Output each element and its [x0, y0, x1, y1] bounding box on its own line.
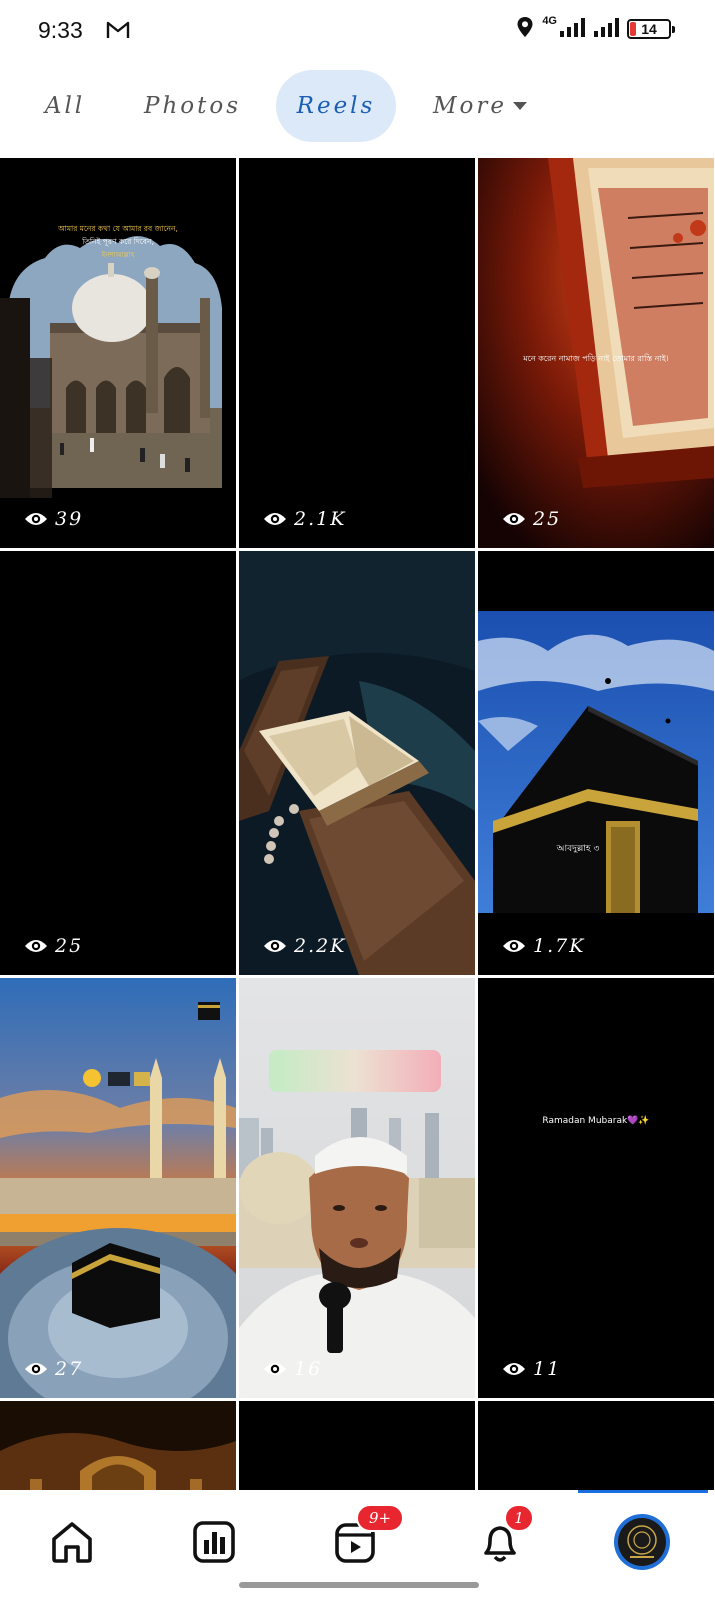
- quran-stand-thumbnail-image: [239, 551, 475, 975]
- eye-icon: [503, 1363, 525, 1375]
- overlay-caption: আবদুল্লাহ ৩: [556, 844, 600, 854]
- view-count: 27: [24, 1358, 83, 1380]
- view-count: 25: [24, 935, 83, 957]
- view-count: 39: [24, 508, 83, 530]
- reel-thumbnail[interactable]: 16: [239, 978, 475, 1398]
- nav-profile[interactable]: [612, 1512, 672, 1572]
- tab-photos[interactable]: Photos: [130, 70, 255, 142]
- signal-icon-1: [559, 17, 585, 41]
- view-count: 2.2K: [263, 935, 346, 957]
- signal-icon-2: [593, 17, 619, 41]
- nav-reels[interactable]: 9+: [326, 1504, 404, 1572]
- battery-percent: 14: [641, 21, 657, 37]
- view-count: 25: [502, 508, 561, 530]
- eye-icon: [25, 940, 47, 952]
- eye-icon: [264, 1363, 286, 1375]
- view-count-value: 2.1K: [294, 508, 347, 530]
- reels-grid: আমার মনের কথা যে আমার রব জানেন, তিনিই পূ…: [0, 158, 715, 1490]
- view-count: 11: [502, 1358, 561, 1380]
- home-icon: [52, 1522, 92, 1563]
- reel-thumbnail[interactable]: [239, 1401, 475, 1490]
- profile-avatar: [614, 1514, 670, 1570]
- overlay-caption: মনে করেন নামাজ পড়ি নাই তোমার রাস্তি নাই…: [522, 354, 669, 363]
- eye-icon: [264, 940, 286, 952]
- view-count-value: 16: [294, 1358, 323, 1380]
- view-count-value: 25: [533, 508, 562, 530]
- tab-more-label: More: [432, 93, 507, 119]
- ramadan-text-thumbnail-image: Ramadan Mubarak💜✨: [478, 978, 714, 1398]
- status-icons: 4G 14: [516, 15, 675, 42]
- status-bar: 9:33 4G 14: [0, 0, 715, 64]
- reel-thumbnail[interactable]: 25: [0, 551, 236, 975]
- reels-badge-count: 9+: [368, 1509, 392, 1527]
- eye-icon: [503, 513, 525, 525]
- tab-all-label: All: [44, 93, 86, 119]
- view-count-value: 25: [55, 935, 84, 957]
- reel-thumbnail[interactable]: [0, 1401, 236, 1490]
- eye-icon: [503, 940, 525, 952]
- battery-level: [630, 22, 636, 36]
- view-count-value: 39: [55, 508, 84, 530]
- nav-notifications[interactable]: 1: [470, 1504, 534, 1572]
- gmail-icon: [106, 20, 130, 44]
- overlay-caption-line1: আমার মনের কথা যে আমার রব জানেন,: [57, 224, 178, 233]
- dashboard-icon: [193, 1521, 235, 1563]
- eye-icon: [25, 1363, 47, 1375]
- view-count-value: 2.2K: [294, 935, 347, 957]
- status-time: 9:33: [38, 17, 83, 43]
- view-count-value: 27: [55, 1358, 84, 1380]
- caret-down-icon: [513, 102, 527, 110]
- view-count-value: 11: [533, 1358, 562, 1380]
- kaaba-sunset-thumbnail-image: [0, 978, 236, 1398]
- partial-thumbnail-image: [0, 1401, 236, 1490]
- eye-icon: [25, 513, 47, 525]
- active-nav-indicator: [578, 1490, 708, 1493]
- view-count: 2.1K: [263, 508, 346, 530]
- quran-thumbnail-image: মনে করেন নামাজ পড়ি নাই তোমার রাস্তি নাই…: [478, 158, 714, 548]
- reel-thumbnail[interactable]: আবদুল্লাহ ৩ 1.7K: [478, 551, 714, 975]
- kaaba-sky-thumbnail-image: আবদুল্লাহ ৩: [478, 551, 714, 975]
- reels-notification-badge: 9+: [356, 1504, 404, 1532]
- reel-thumbnail[interactable]: [478, 1401, 714, 1490]
- overlay-caption-line2: তিনিই পূরণ করে দিবেন,: [81, 237, 154, 246]
- reel-thumbnail[interactable]: 2.2K: [239, 551, 475, 975]
- tab-photos-label: Photos: [143, 93, 242, 119]
- gesture-bar: [239, 1582, 479, 1588]
- network-type-label: 4G: [542, 15, 557, 27]
- nav-home[interactable]: [42, 1512, 102, 1572]
- view-count: 1.7K: [502, 935, 585, 957]
- tab-reels-label: Reels: [296, 93, 376, 119]
- notifications-badge: 1: [504, 1504, 534, 1532]
- reel-thumbnail[interactable]: আমার মনের কথা যে আমার রব জানেন, তিনিই পূ…: [0, 158, 236, 548]
- eye-icon: [264, 513, 286, 525]
- tab-reels[interactable]: Reels: [276, 70, 396, 142]
- selfie-thumbnail-image: [239, 978, 475, 1398]
- reel-thumbnail[interactable]: 2.1K: [239, 158, 475, 548]
- reel-thumbnail[interactable]: মনে করেন নামাজ পড়ি নাই তোমার রাস্তি নাই…: [478, 158, 714, 548]
- view-count-value: 1.7K: [533, 935, 586, 957]
- view-count: 16: [263, 1358, 322, 1380]
- mosque-thumbnail-image: আমার মনের কথা যে আমার রব জানেন, তিনিই পূ…: [0, 158, 236, 548]
- location-icon: [516, 16, 534, 42]
- reel-thumbnail[interactable]: 27: [0, 978, 236, 1398]
- overlay-caption: Ramadan Mubarak💜✨: [542, 1115, 649, 1126]
- battery-icon: 14: [627, 19, 675, 39]
- nav-dashboard[interactable]: [184, 1512, 244, 1572]
- notifications-badge-count: 1: [514, 1509, 524, 1527]
- overlay-caption-line3: ইনশাআল্লাহ: [101, 251, 135, 259]
- tab-all[interactable]: All: [30, 70, 100, 142]
- tab-more-dropdown[interactable]: More: [425, 70, 535, 142]
- filter-tabs: All Photos Reels More: [0, 70, 715, 144]
- reel-thumbnail[interactable]: Ramadan Mubarak💜✨ 11: [478, 978, 714, 1398]
